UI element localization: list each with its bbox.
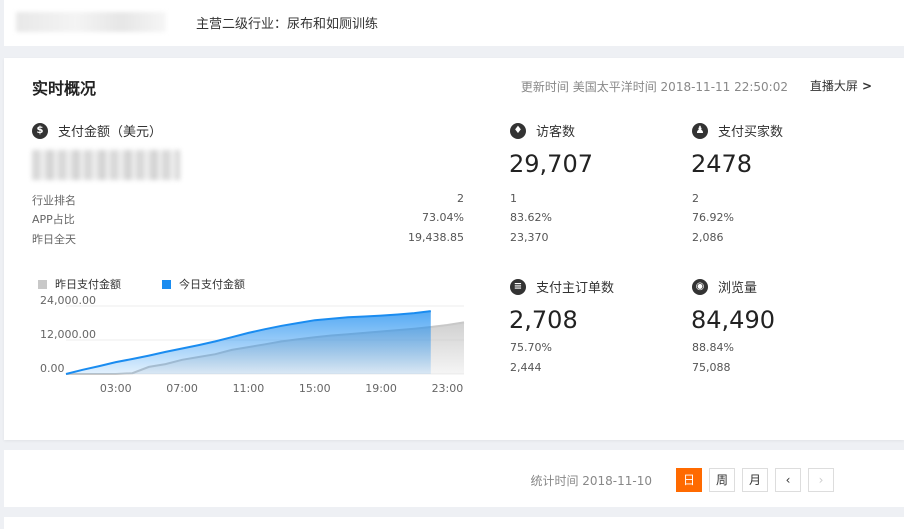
- period-month-button[interactable]: 月: [742, 468, 768, 492]
- legend-yesterday-label: 昨日支付金额: [55, 278, 121, 291]
- yesterday-label: 昨日全天: [32, 233, 76, 246]
- dollar-icon: $: [32, 122, 48, 139]
- buyers-header: ♟ 支付买家数: [692, 121, 783, 140]
- pageviews-label: 浏览量: [718, 281, 758, 296]
- pageviews-app-ratio: 88.84%: [692, 341, 734, 354]
- realtime-overview-card: 实时概况 更新时间 美国太平洋时间 2018-11-11 22:50:02 直播…: [4, 58, 904, 440]
- visitors-label: 访客数: [536, 125, 576, 140]
- legend-swatch-yesterday: [38, 279, 47, 289]
- pageviews-value: 84,490: [691, 306, 775, 334]
- prev-date-button[interactable]: ‹: [775, 468, 801, 492]
- visitors-rank: 1: [510, 192, 517, 205]
- order-icon: ≡: [510, 278, 526, 295]
- app-ratio-value: 73.04%: [422, 211, 464, 224]
- period-week-button[interactable]: 周: [709, 468, 735, 492]
- update-time: 更新时间 美国太平洋时间 2018-11-11 22:50:02: [520, 80, 788, 94]
- orders-label: 支付主订单数: [536, 281, 615, 296]
- industry-label: 主营二级行业：尿布和如厕训练: [196, 17, 379, 32]
- buyers-yesterday: 2,086: [692, 231, 724, 244]
- buyers-value: 2478: [691, 150, 753, 178]
- payment-trend-chart: 24,000.00 12,000.00 0.00 03:00 07:00 11:00 15:…: [40, 294, 465, 395]
- payment-amount-label: 支付金额（美元）: [58, 125, 163, 140]
- yesterday-value: 19,438.85: [408, 231, 464, 244]
- card-title: 实时概况: [32, 79, 97, 98]
- buyers-rank: 2: [692, 192, 699, 205]
- industry-rank-label: 行业排名: [32, 194, 76, 207]
- next-date-button[interactable]: ›: [808, 468, 834, 492]
- legend-today-label: 今日支付金额: [179, 278, 245, 291]
- eye-icon: ◉: [692, 278, 708, 295]
- visitors-value: 29,707: [509, 150, 593, 178]
- x-tick-label: 11:00: [233, 382, 265, 395]
- orders-value: 2,708: [509, 306, 578, 334]
- app-ratio-label: APP占比: [32, 213, 75, 226]
- pageviews-header: ◉ 浏览量: [692, 277, 757, 296]
- live-screen-label: 直播大屏: [809, 79, 858, 93]
- payment-amount-value-blurred: [32, 150, 180, 180]
- stats-toolbar: 统计时间 2018-11-10 日 周 月 ‹ ›: [4, 450, 904, 507]
- next-card-edge: [4, 517, 904, 529]
- today-area: [66, 311, 431, 374]
- x-tick-label: 03:00: [100, 382, 132, 395]
- buyer-icon: ♟: [692, 122, 708, 139]
- buyers-label: 支付买家数: [718, 125, 784, 140]
- visitors-yesterday: 23,370: [510, 231, 549, 244]
- legend-today[interactable]: 今日支付金额: [162, 276, 245, 292]
- industry-rank-value: 2: [457, 192, 464, 205]
- shop-name-blurred: [16, 12, 166, 32]
- orders-header: ≡ 支付主订单数: [510, 277, 614, 296]
- yesterday-row: 昨日全天 19,438.85: [32, 231, 464, 247]
- x-tick-label: 19:00: [365, 382, 397, 395]
- buyers-app-ratio: 76.92%: [692, 211, 734, 224]
- x-tick-label: 23:00: [432, 382, 464, 395]
- stat-time: 统计时间 2018-11-10: [530, 474, 652, 488]
- x-tick-label: 15:00: [299, 382, 331, 395]
- orders-yesterday: 2,444: [510, 361, 542, 374]
- visitors-header: ♦ 访客数: [510, 121, 575, 140]
- payment-amount-header: $ 支付金额（美元）: [32, 121, 162, 140]
- visitor-icon: ♦: [510, 122, 526, 139]
- industry-rank-row: 行业排名 2: [32, 192, 464, 208]
- visitors-app-ratio: 83.62%: [510, 211, 552, 224]
- shop-header: 主营二级行业：尿布和如厕训练: [4, 0, 904, 46]
- orders-app-ratio: 75.70%: [510, 341, 552, 354]
- y-tick-label: 0.00: [40, 362, 65, 375]
- pageviews-yesterday: 75,088: [692, 361, 731, 374]
- x-tick-label: 07:00: [166, 382, 198, 395]
- y-tick-label: 12,000.00: [40, 328, 96, 341]
- app-ratio-row: APP占比 73.04%: [32, 211, 464, 227]
- legend-yesterday[interactable]: 昨日支付金额: [38, 276, 121, 292]
- y-tick-label: 24,000.00: [40, 294, 96, 307]
- chevron-right-icon: >: [861, 79, 872, 93]
- period-day-button[interactable]: 日: [676, 468, 702, 492]
- live-screen-link[interactable]: 直播大屏 >: [810, 77, 872, 94]
- legend-swatch-today: [162, 279, 171, 289]
